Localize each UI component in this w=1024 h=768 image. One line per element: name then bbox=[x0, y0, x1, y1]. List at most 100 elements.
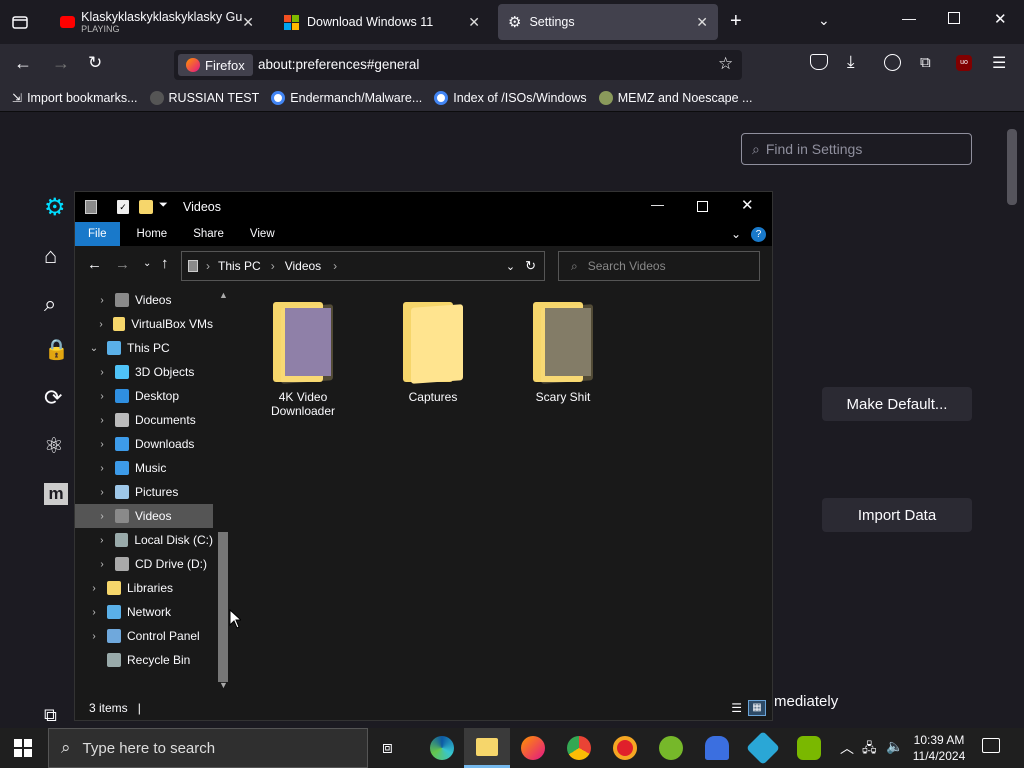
utorrent-icon[interactable] bbox=[659, 736, 683, 760]
explorer-title-bar[interactable]: ✓ ⏷ Videos — ✕ bbox=[75, 192, 772, 222]
forward-button[interactable]: → bbox=[52, 53, 70, 74]
tab-download-windows[interactable]: Download Windows 11 ✕ bbox=[274, 4, 490, 40]
recent-locations-icon[interactable]: ⌄ bbox=[143, 258, 151, 269]
folder-item[interactable]: Scary Shit bbox=[513, 302, 613, 404]
nav-item[interactable]: › Documents bbox=[75, 408, 213, 432]
address-dropdown-icon[interactable]: ⌄ bbox=[506, 260, 515, 273]
url-text[interactable]: about:preferences#general bbox=[258, 57, 419, 72]
search-input[interactable]: ⌕ Search Videos bbox=[558, 251, 760, 281]
taskbar-search-input[interactable]: ⌕ Type here to search bbox=[48, 728, 368, 768]
address-bar[interactable]: › This PC › Videos › ⌄ ↻ bbox=[181, 251, 545, 281]
expand-arrow-icon[interactable]: › bbox=[95, 487, 109, 498]
folder-item[interactable]: Captures bbox=[383, 302, 483, 404]
file-explorer-taskbar-button[interactable] bbox=[464, 728, 510, 768]
close-window-button[interactable]: ✕ bbox=[994, 10, 1007, 28]
network-icon[interactable]: 🖧 bbox=[862, 739, 877, 761]
expand-arrow-icon[interactable]: › bbox=[95, 391, 109, 402]
close-icon[interactable]: ✕ bbox=[242, 14, 254, 31]
ribbon-tab-home[interactable]: Home bbox=[124, 222, 181, 246]
edge-icon[interactable] bbox=[430, 736, 454, 760]
nav-item[interactable]: › Desktop bbox=[75, 384, 213, 408]
firefox-labs-icon[interactable]: ⚛ bbox=[44, 433, 64, 459]
bookmark-isos[interactable]: Index of /ISOs/Windows bbox=[434, 90, 587, 105]
sync-icon[interactable]: ⟳ bbox=[44, 385, 62, 411]
maximize-button[interactable] bbox=[948, 12, 960, 24]
minimize-button[interactable]: — bbox=[902, 10, 916, 26]
nav-item[interactable]: › Music bbox=[75, 456, 213, 480]
import-data-button[interactable]: Import Data bbox=[822, 498, 972, 532]
volume-icon[interactable]: 🔈 bbox=[886, 738, 903, 755]
nav-item[interactable]: › Control Panel bbox=[75, 624, 213, 648]
back-button[interactable]: ← bbox=[14, 53, 32, 74]
scroll-up-icon[interactable]: ▲ bbox=[219, 290, 228, 300]
expand-arrow-icon[interactable]: › bbox=[87, 631, 101, 642]
up-button[interactable]: ↑ bbox=[161, 255, 169, 272]
bookmark-memz[interactable]: MEMZ and Noescape ... bbox=[598, 90, 752, 105]
expand-arrow-icon[interactable]: › bbox=[95, 295, 109, 306]
nav-scrollbar[interactable]: ▲ ▼ bbox=[215, 288, 231, 692]
minimize-button[interactable]: — bbox=[651, 197, 664, 212]
account-icon[interactable] bbox=[884, 54, 901, 71]
start-button[interactable] bbox=[14, 739, 32, 757]
app-icon[interactable] bbox=[746, 731, 780, 765]
star-icon[interactable]: ☆ bbox=[718, 54, 733, 74]
expand-arrow-icon[interactable]: › bbox=[95, 535, 109, 546]
nav-item[interactable]: › Videos bbox=[75, 504, 213, 528]
ublock-origin-icon[interactable]: uo bbox=[956, 55, 972, 71]
nav-item[interactable]: › Downloads bbox=[75, 432, 213, 456]
ribbon-tab-share[interactable]: Share bbox=[180, 222, 237, 246]
extensions-icon[interactable]: ⧉ bbox=[920, 54, 931, 71]
firefox-icon[interactable] bbox=[521, 736, 545, 760]
notification-icon[interactable] bbox=[982, 738, 1000, 753]
folder-item[interactable]: 4K Video Downloader bbox=[253, 302, 353, 418]
bookmark-endermanch[interactable]: Endermanch/Malware... bbox=[271, 90, 422, 105]
opera-icon[interactable] bbox=[613, 736, 637, 760]
chevron-up-icon[interactable]: ︿ bbox=[840, 738, 854, 758]
gear-icon[interactable]: ⚙ bbox=[44, 193, 66, 222]
expand-arrow-icon[interactable]: › bbox=[95, 415, 109, 426]
app-icon[interactable] bbox=[705, 736, 729, 760]
nav-item[interactable]: › Pictures bbox=[75, 480, 213, 504]
ribbon-tab-view[interactable]: View bbox=[237, 222, 288, 246]
close-button[interactable]: ✕ bbox=[741, 196, 754, 214]
search-icon[interactable]: ⌕ bbox=[44, 291, 56, 317]
tab-youtube[interactable]: Klaskyklaskyklaskyklasky Gumm PLAYING ✕ bbox=[50, 4, 264, 40]
new-tab-button[interactable]: + bbox=[730, 10, 742, 33]
close-icon[interactable]: ✕ bbox=[468, 14, 480, 31]
chrome-icon[interactable] bbox=[567, 736, 591, 760]
extensions-icon[interactable]: ⧉ bbox=[44, 705, 57, 726]
download-icon[interactable]: ⤓ bbox=[847, 52, 855, 72]
scroll-thumb[interactable] bbox=[218, 532, 228, 682]
refresh-icon[interactable]: ↻ bbox=[525, 258, 536, 274]
pocket-icon[interactable] bbox=[810, 54, 828, 70]
more-from-mozilla-icon[interactable]: m bbox=[44, 483, 68, 505]
tab-list-icon[interactable] bbox=[10, 12, 30, 32]
chevron-down-icon[interactable]: ⌄ bbox=[818, 12, 830, 29]
breadcrumb-this-pc[interactable]: This PC bbox=[218, 259, 261, 273]
page-scrollbar[interactable] bbox=[1007, 129, 1017, 205]
clock[interactable]: 10:39 AM 11/4/2024 bbox=[910, 732, 968, 764]
bookmark-import[interactable]: ⇲ Import bookmarks... bbox=[12, 91, 138, 105]
settings-search-input[interactable]: ⌕ Find in Settings bbox=[741, 133, 972, 165]
nav-item[interactable]: › VirtualBox VMs bbox=[75, 312, 213, 336]
nav-item[interactable]: › Libraries bbox=[75, 576, 213, 600]
nav-item[interactable]: ⌄ This PC bbox=[75, 336, 213, 360]
nav-item[interactable]: › Videos bbox=[75, 288, 213, 312]
reload-button[interactable]: ↻ bbox=[88, 53, 102, 73]
nav-item[interactable]: › CD Drive (D:) bbox=[75, 552, 213, 576]
customize-toolbar-icon[interactable]: ⏷ bbox=[159, 199, 168, 212]
ribbon-tab-file[interactable]: File bbox=[75, 222, 120, 246]
app-icon[interactable] bbox=[797, 736, 821, 760]
url-bar[interactable]: Firefox about:preferences#general ☆ bbox=[174, 50, 742, 80]
breadcrumb-videos[interactable]: Videos bbox=[285, 259, 321, 273]
maximize-button[interactable] bbox=[697, 201, 708, 212]
expand-arrow-icon[interactable]: › bbox=[87, 607, 101, 618]
expand-arrow-icon[interactable]: ⌄ bbox=[87, 343, 101, 354]
scroll-down-icon[interactable]: ▼ bbox=[219, 680, 228, 690]
lock-icon[interactable]: 🔒 bbox=[44, 337, 69, 362]
nav-item[interactable]: › Local Disk (C:) bbox=[75, 528, 213, 552]
identity-box[interactable]: Firefox bbox=[178, 54, 253, 76]
expand-arrow-icon[interactable]: › bbox=[95, 367, 109, 378]
expand-ribbon-icon[interactable]: ⌄ bbox=[731, 227, 741, 241]
tab-settings[interactable]: ⚙ Settings ✕ bbox=[498, 4, 718, 40]
